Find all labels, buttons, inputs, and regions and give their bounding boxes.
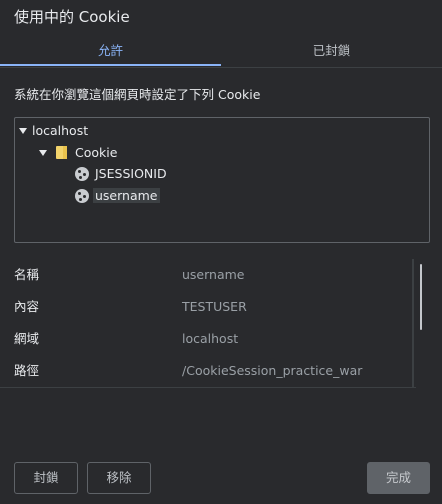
detail-value: TESTUSER [182,299,247,314]
details-scrollbar-track[interactable] [412,259,414,387]
detail-key: 內容 [14,299,40,314]
detail-value: username [182,267,245,282]
cookie-tree[interactable]: localhost Cookie JSESSIONID username [14,117,430,243]
tree-folder-label: Cookie [75,145,118,160]
detail-row: 名稱 username [0,259,410,291]
detail-row: 內容 TESTUSER [0,291,410,323]
tree-item-folder[interactable]: Cookie [75,143,117,163]
detail-row: 路徑 /CookieSession_practice_war [0,355,410,387]
cookie-details-panel[interactable]: 名稱 username 內容 TESTUSER 網域 localhost 路徑 … [0,259,416,388]
detail-key: 名稱 [14,267,40,282]
description-text: 系統在你瀏覽這個網頁時設定了下列 Cookie [14,87,261,102]
cookie-name-label: JSESSIONID [95,166,167,181]
tab-allowed[interactable]: 允許 [0,38,221,66]
tree-site-label: localhost [32,123,89,138]
done-button[interactable]: 完成 [367,462,430,494]
tab-blocked[interactable]: 已封鎖 [221,38,442,66]
cookie-icon [75,167,89,181]
detail-key: 網域 [14,331,40,346]
detail-value: /CookieSession_practice_war [182,363,363,378]
block-button[interactable]: 封鎖 [14,462,78,494]
expand-localhost-icon[interactable] [19,128,27,134]
tree-item-cookie-selected[interactable]: username [93,186,160,206]
remove-button[interactable]: 移除 [87,462,151,494]
tree-item-cookie[interactable]: JSESSIONID [95,164,167,184]
details-scrollbar-thumb[interactable] [420,264,422,330]
expand-cookie-folder-icon[interactable] [39,150,47,156]
dialog-title: 使用中的 Cookie [14,8,130,26]
detail-value: localhost [182,331,239,346]
tab-bar: 允許 已封鎖 [0,38,442,68]
folder-icon [56,146,67,159]
cookie-name-label: username [93,188,160,203]
tree-item-site[interactable]: localhost [32,121,88,141]
detail-key: 路徑 [14,363,40,378]
detail-row: 網域 localhost [0,323,410,355]
cookie-icon [75,189,89,203]
